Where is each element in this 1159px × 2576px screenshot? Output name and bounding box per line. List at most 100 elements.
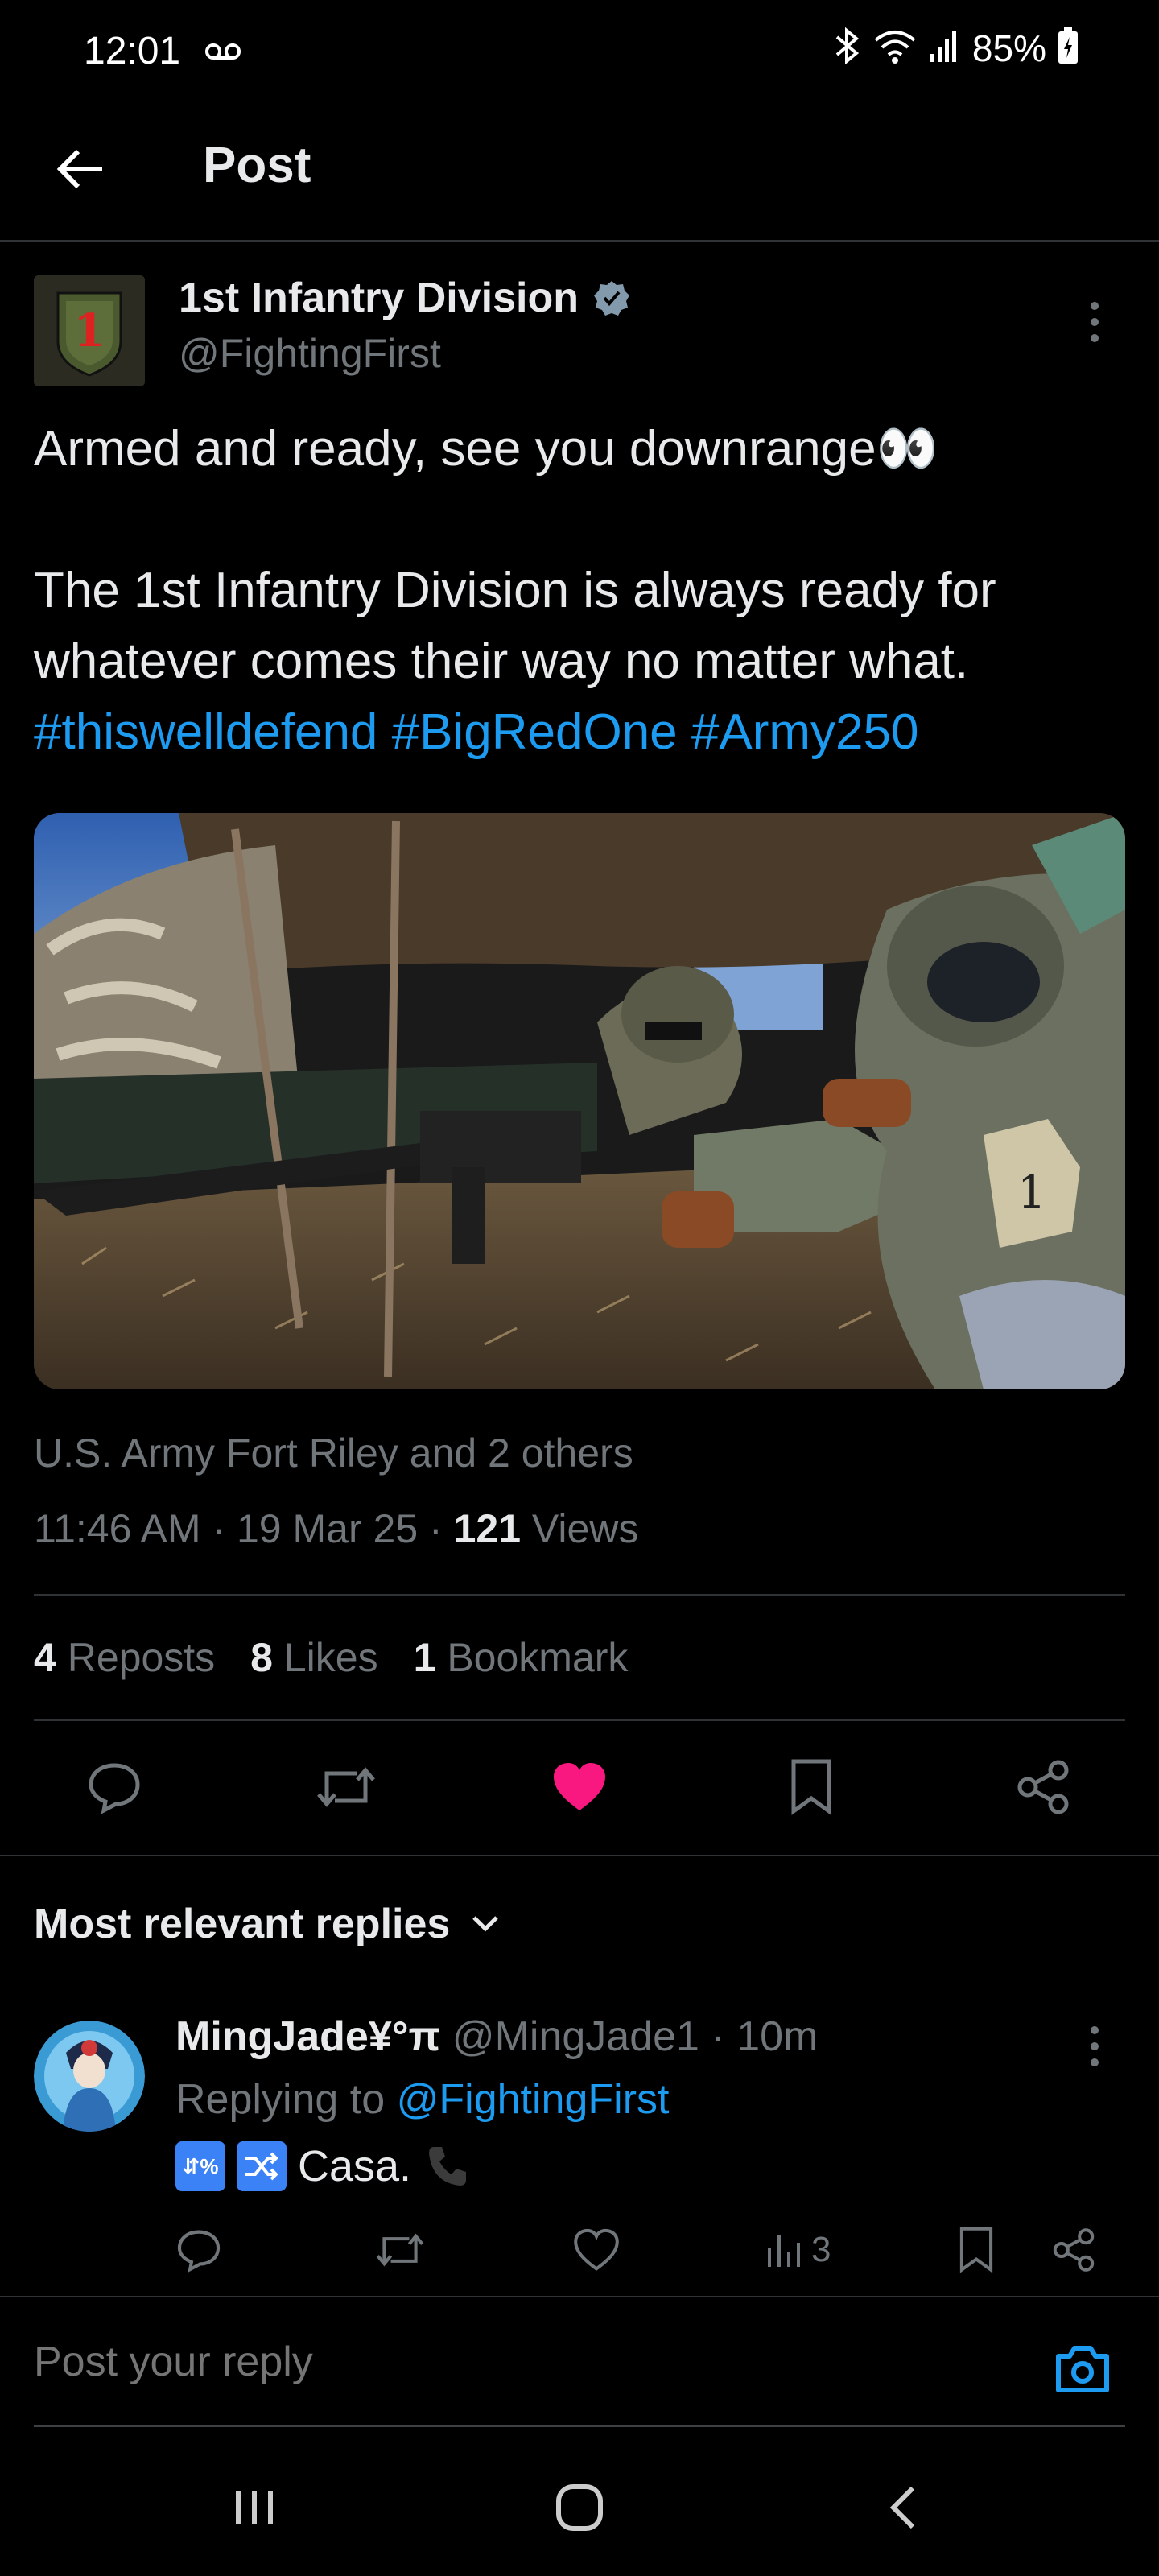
likes-stat[interactable]: 8 Likes [250,1634,377,1681]
reply-input[interactable] [34,2338,1000,2386]
reply-icon [89,1763,140,1814]
post-text-body: The 1st Infantry Division is always read… [34,563,996,689]
battery-percent: 85% [971,27,1046,69]
post-text-line2: The 1st Infantry Division is always read… [34,555,1128,768]
reply-text: ⇵% Casa. [175,2141,471,2191]
author-name[interactable]: 1st Infantry Division [179,274,630,322]
hashtag-link[interactable]: #Army250 [691,704,919,760]
bookmark-icon [959,2227,993,2273]
reposts-label: Reposts [67,1635,216,1680]
recent-apps-button[interactable] [206,2471,303,2544]
author-avatar[interactable]: 1 [34,275,145,386]
like-button[interactable] [547,1755,612,1819]
views-label: Views [531,1506,639,1551]
post-more-button[interactable] [1079,298,1111,346]
svg-text:1: 1 [1017,1166,1046,1219]
hashtag-link[interactable]: #thiswelldefend [34,704,377,760]
engagement-stats: 4 Reposts 8 Likes 1 Bookmark [34,1634,628,1681]
arrow-left-icon [56,149,102,189]
battery-icon [1058,27,1079,68]
share-icon [1053,2228,1095,2272]
post-action-bar [0,1747,1159,1827]
system-back-button[interactable] [855,2471,951,2544]
reply-like-button[interactable] [573,2218,620,2282]
bookmark-icon [791,1759,831,1815]
reply-reply-button[interactable] [175,2218,222,2282]
reply-composer [0,2296,1159,2427]
reply-header: MingJade¥°π @MingJade1 · 10m [175,2013,819,2060]
replies-heading: Most relevant replies [34,1901,451,1947]
reply-views-button[interactable]: 3 [763,2218,831,2282]
repost-icon [376,2233,424,2267]
replying-to: Replying to @FightingFirst [175,2075,669,2124]
post-text: Armed and ready, see you downrange👀 The … [34,414,1128,768]
signal-icon [929,28,961,68]
likes-count: 8 [250,1635,273,1680]
verified-badge-icon [594,281,629,316]
post-text-line1: Armed and ready, see you downrange👀 [34,421,938,477]
replying-to-label: Replying to [175,2076,386,2123]
bookmarks-count: 1 [413,1635,436,1680]
reply-button[interactable] [82,1755,146,1819]
bookmark-button[interactable] [779,1755,843,1819]
voicemail-icon [204,42,241,65]
post-image[interactable]: 1 [34,813,1125,1389]
social-context[interactable]: U.S. Army Fort Riley and 2 others [34,1430,633,1476]
share-icon [1017,1760,1069,1814]
repost-icon [317,1767,375,1807]
reply-time: 10m [736,2013,819,2060]
divider [34,1719,1125,1721]
status-time: 12:01 [84,30,181,72]
status-icons: 85% [834,26,1079,70]
divider [34,1594,1125,1596]
wifi-icon [872,27,918,68]
replying-to-mention[interactable]: @FightingFirst [397,2076,670,2123]
more-vertical-icon [1091,2026,1099,2066]
top-bar: Post [0,121,1159,242]
camera-button[interactable] [1046,2333,1119,2405]
heart-icon [574,2228,619,2271]
reply-bookmark-button[interactable] [958,2218,995,2282]
bookmarks-label: Bookmark [447,1635,629,1680]
hashtag-link[interactable]: #BigRedOne [392,704,678,760]
analytics-icon [768,2235,800,2267]
back-chevron-icon [889,2486,915,2529]
views-count: 121 [453,1506,522,1551]
reposts-count: 4 [34,1635,56,1680]
back-button[interactable] [48,137,113,201]
post-meta: 11:46 AM · 19 Mar 25 · 121 Views [34,1506,639,1551]
reply-text-body: Casa. [298,2142,412,2190]
reply-share-button[interactable] [1051,2218,1096,2282]
reply-more-button[interactable] [1079,2022,1111,2070]
camera-icon [1056,2346,1109,2392]
status-bar: 12:01 85% [0,0,1159,105]
reply-avatar[interactable] [34,2021,145,2132]
replies-sort-dropdown[interactable]: Most relevant replies [34,1900,500,1948]
reply-action-bar: 3 [0,2210,1159,2290]
system-nav-bar [0,2439,1159,2576]
divider [0,1855,1159,1856]
chevron-down-icon [472,1916,499,1932]
recent-apps-icon [236,2491,273,2524]
repost-button[interactable] [314,1755,378,1819]
svg-text:1: 1 [74,304,105,357]
shuffle-emoji-icon [237,2141,287,2191]
reply-icon [177,2230,221,2273]
phone-emoji-icon [429,2147,467,2186]
home-icon [556,2484,603,2531]
share-button[interactable] [1011,1755,1075,1819]
reply-repost-button[interactable] [375,2218,425,2282]
bluetooth-icon [834,26,861,70]
reply-author-handle[interactable]: @MingJade1 [452,2013,699,2060]
reposts-stat[interactable]: 4 Reposts [34,1634,215,1681]
heart-filled-icon [554,1763,605,1810]
reply-author-name[interactable]: MingJade¥°π [175,2013,440,2060]
post-date: 19 Mar 25 [237,1506,419,1551]
symbols-emoji-icon: ⇵% [175,2141,225,2191]
author-handle[interactable]: @FightingFirst [179,330,441,377]
composer-underline [34,2425,1125,2427]
home-button[interactable] [531,2471,628,2544]
author-name-text: 1st Infantry Division [179,275,579,321]
bookmarks-stat[interactable]: 1 Bookmark [414,1634,629,1681]
reply-views-count: 3 [811,2230,831,2269]
